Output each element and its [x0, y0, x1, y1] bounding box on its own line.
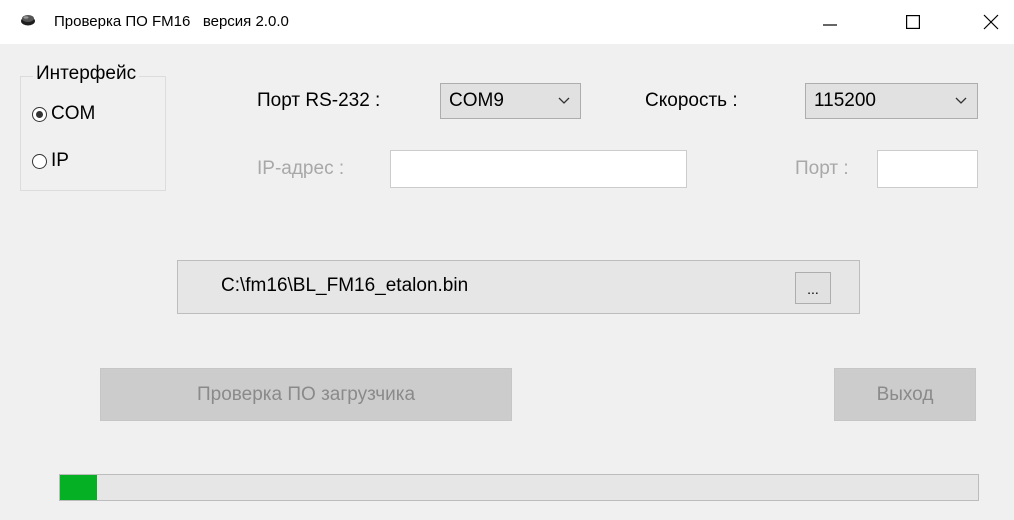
radio-com-label: COM — [51, 103, 96, 124]
app-icon — [21, 15, 35, 26]
radio-ip[interactable]: IP — [32, 150, 69, 172]
interface-legend: Интерфейс — [33, 63, 140, 85]
speed-select[interactable]: 115200 — [805, 83, 978, 119]
speed-select-value: 115200 — [814, 90, 876, 111]
maximize-button[interactable] — [890, 0, 936, 44]
exit-button[interactable]: Выход — [834, 368, 976, 421]
check-bootloader-button[interactable]: Проверка ПО загрузчика — [100, 368, 512, 421]
radio-com[interactable]: COM — [32, 103, 95, 125]
title-bar: Проверка ПО FM16 версия 2.0.0 — [0, 0, 1014, 44]
ip-address-input[interactable] — [390, 150, 687, 188]
port-rs232-label: Порт RS-232 : — [257, 90, 381, 111]
speed-label: Скорость : — [645, 90, 738, 111]
minimize-icon — [823, 24, 837, 26]
chevron-down-icon — [955, 97, 967, 104]
file-path-text: C:\fm16\BL_FM16_etalon.bin — [221, 275, 469, 296]
progress-fill — [60, 475, 97, 500]
browse-button[interactable]: ... — [795, 272, 831, 304]
minimize-button[interactable] — [807, 0, 853, 44]
port-select-value: COM9 — [449, 90, 504, 111]
radio-ip-label: IP — [51, 150, 69, 171]
close-icon — [983, 14, 999, 30]
radio-ip-indicator[interactable] — [32, 153, 47, 169]
maximize-icon — [906, 15, 920, 29]
chevron-down-icon — [558, 97, 570, 104]
window-title: Проверка ПО FM16 версия 2.0.0 — [54, 13, 289, 30]
ip-address-label: IP-адрес : — [257, 158, 345, 179]
close-button[interactable] — [968, 0, 1014, 44]
radio-com-indicator[interactable] — [32, 106, 47, 122]
interface-groupbox — [20, 76, 166, 191]
ip-port-label: Порт : — [795, 158, 849, 179]
port-select[interactable]: COM9 — [440, 83, 581, 119]
ip-port-input[interactable] — [877, 150, 978, 188]
progress-bar — [59, 474, 979, 501]
file-path-bar: C:\fm16\BL_FM16_etalon.bin ... — [177, 260, 860, 314]
